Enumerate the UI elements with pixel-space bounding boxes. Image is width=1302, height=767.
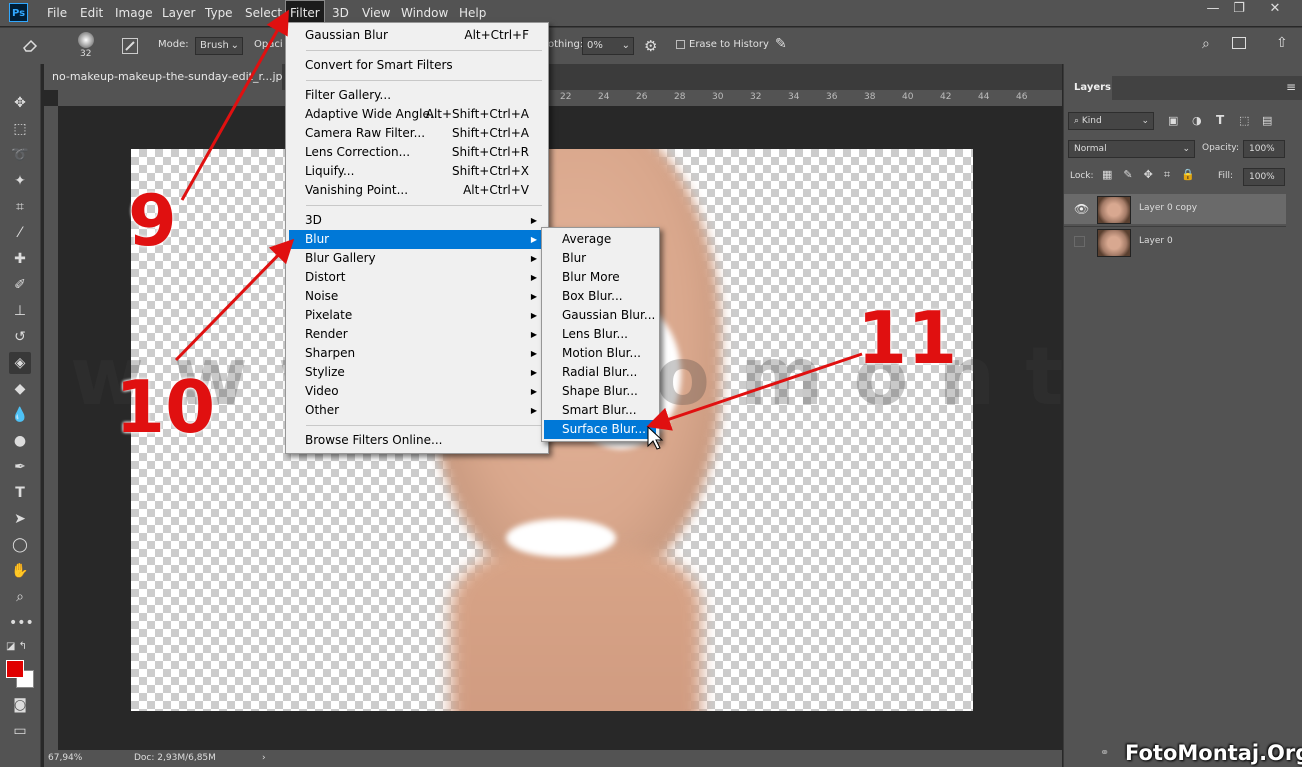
arrow-to-surface-blur: [646, 352, 863, 431]
site-credit: FotoMontaj.Org: [1125, 741, 1302, 765]
foreground-color-swatch[interactable]: [6, 660, 24, 678]
mouse-cursor-icon: [647, 425, 664, 450]
step-number-10: 10: [115, 365, 216, 449]
arrow-to-blur-item: [174, 238, 295, 362]
arrow-to-filter-menu: [180, 9, 289, 201]
step-number-11: 11: [857, 296, 958, 380]
step-number-9: 9: [128, 180, 177, 262]
